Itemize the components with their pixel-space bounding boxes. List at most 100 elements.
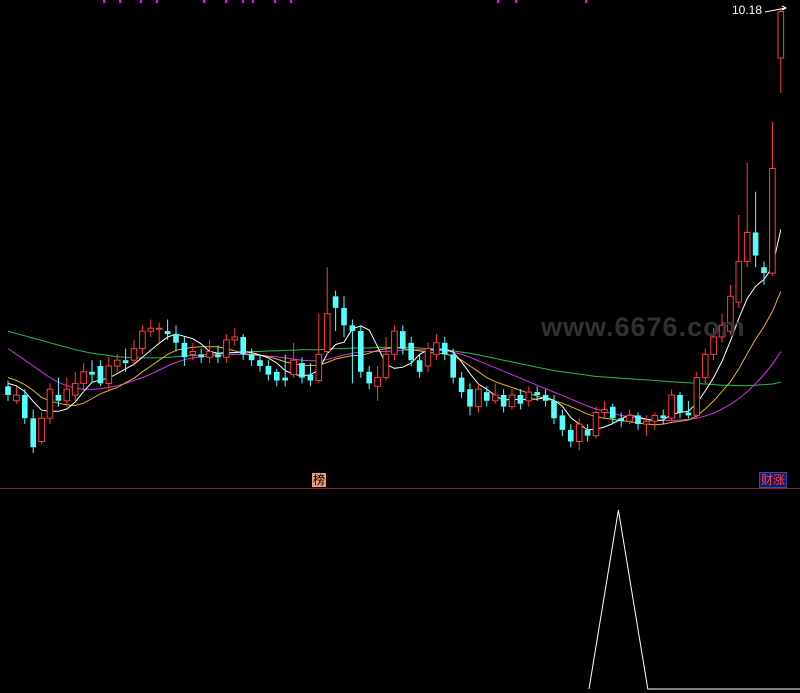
candle [358, 325, 364, 378]
candle-body [155, 327, 163, 330]
candle-body [374, 377, 381, 387]
candle-body [97, 366, 104, 384]
top-marker [103, 0, 105, 3]
candle-body [274, 371, 280, 381]
top-marker [252, 0, 254, 3]
stock-chart: www.6676.com [0, 0, 800, 693]
candle-body [198, 354, 204, 358]
candle-body [442, 342, 448, 355]
top-marker [274, 0, 276, 3]
candle-body [13, 394, 20, 402]
candle-body [231, 336, 239, 341]
candle-body [618, 418, 624, 422]
candle-body [181, 342, 188, 358]
candle-body [38, 417, 45, 442]
candle-body [433, 342, 440, 355]
candle-body [559, 415, 566, 430]
candle-body [400, 331, 406, 349]
candle [693, 371, 701, 419]
candle-body [752, 232, 759, 256]
candle-body [391, 330, 398, 355]
candle-body [215, 354, 221, 358]
tag-caizhang: 财涨 [759, 472, 788, 488]
candle-body [534, 392, 540, 395]
candle-body [777, 11, 785, 59]
candle-body [122, 360, 129, 364]
candle-body [525, 391, 533, 402]
candle-body [22, 395, 28, 419]
candle-body [206, 351, 213, 358]
candle-body [323, 313, 331, 353]
candle [46, 383, 54, 425]
candle-body [458, 377, 465, 393]
top-marker [515, 0, 517, 3]
candle-body [575, 423, 583, 443]
candle-body [601, 409, 608, 414]
top-marker [156, 0, 158, 3]
top-marker [140, 0, 142, 3]
candle-body [265, 366, 272, 375]
candle-body [290, 359, 297, 376]
candle-body [467, 389, 473, 407]
candle-body [551, 400, 557, 419]
candle-body [139, 330, 146, 350]
candle-body [769, 168, 776, 274]
candle-body [668, 394, 675, 419]
candle-body [223, 339, 230, 358]
candle-body [693, 377, 701, 416]
candle-body [416, 360, 423, 372]
candle-body [80, 371, 87, 384]
candle-body [735, 260, 743, 303]
candle-body [635, 415, 641, 425]
candle-body [257, 360, 263, 366]
candle-body [307, 374, 314, 381]
candle-body [685, 412, 692, 416]
candle-body [491, 394, 499, 402]
price-label: 10.18 [732, 3, 763, 17]
candle-body [626, 414, 633, 422]
candle-body [30, 418, 36, 448]
candle-body [660, 415, 666, 419]
top-marker [119, 0, 121, 3]
candle-body [761, 267, 767, 273]
candle-body [130, 348, 138, 361]
candle-body [450, 354, 456, 378]
candle-body [643, 420, 650, 425]
candle-body [349, 325, 356, 332]
candle-body [164, 331, 171, 334]
candle-body [105, 365, 113, 384]
candle-body [248, 354, 255, 361]
candle-body [332, 296, 339, 308]
candle-body [508, 394, 516, 408]
candle-body [189, 351, 197, 355]
candle-body [475, 388, 482, 408]
candle-body [542, 395, 549, 401]
candle-body [568, 429, 574, 442]
candle-body [500, 395, 507, 407]
candle-body [677, 395, 683, 413]
watermark: www.6676.com [540, 312, 746, 342]
candle-body [71, 382, 79, 396]
candle-body [147, 327, 155, 332]
candle-body [424, 348, 432, 367]
candle-body [366, 371, 372, 384]
candle-body [315, 353, 323, 381]
candle-body [282, 377, 288, 381]
candle-body [408, 342, 414, 361]
top-marker [585, 0, 587, 3]
candle-body [63, 388, 71, 402]
top-marker [242, 0, 244, 3]
candle-body [89, 371, 95, 375]
candle-body [743, 231, 751, 262]
top-marker [203, 0, 205, 3]
candle-body [592, 412, 600, 437]
candle-body [113, 359, 121, 367]
tag-bang: 榜 [312, 473, 327, 487]
top-marker [290, 0, 292, 3]
candle-body [584, 429, 591, 436]
candle-body [484, 392, 490, 401]
candle-body [173, 334, 179, 343]
candle-body [701, 353, 709, 379]
top-marker [225, 0, 227, 3]
candle-body [5, 386, 11, 395]
